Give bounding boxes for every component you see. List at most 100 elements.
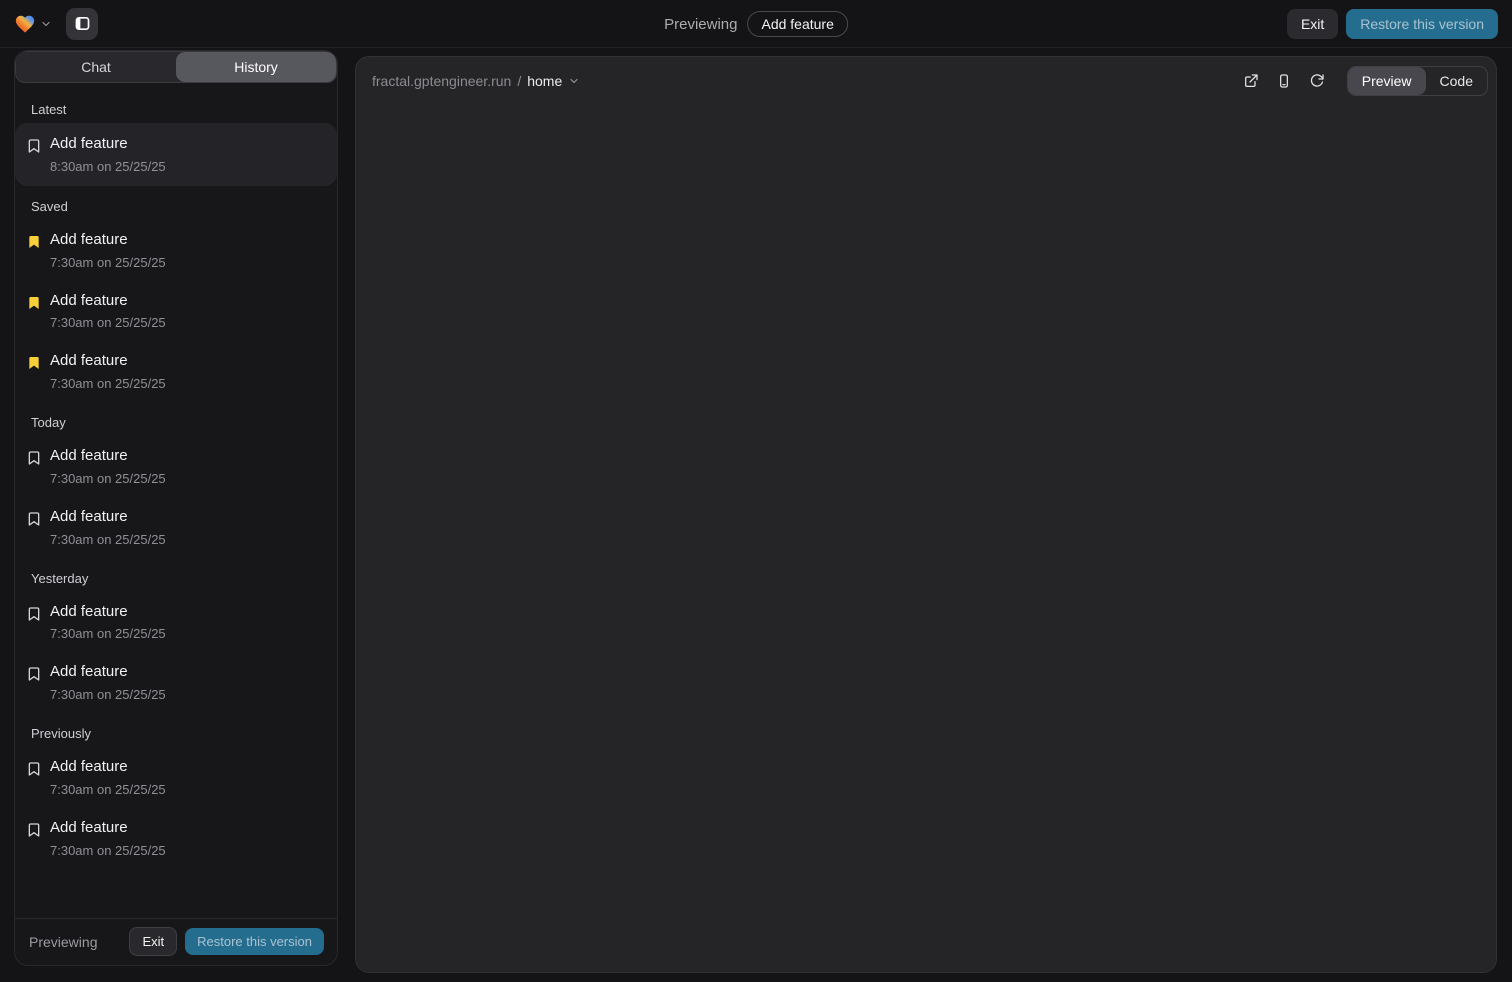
footer-restore-version-button[interactable]: Restore this version (185, 928, 324, 955)
history-item-text: Add feature 7:30am on 25/25/25 (50, 231, 166, 270)
history-item[interactable]: Add feature 7:30am on 25/25/25 (15, 341, 337, 402)
history-item-timestamp: 7:30am on 25/25/25 (50, 532, 166, 547)
bookmark-icon (26, 234, 42, 250)
breadcrumb-chevron-down-icon (568, 75, 580, 87)
history-item-timestamp: 7:30am on 25/25/25 (50, 315, 166, 330)
section-items: Add feature 7:30am on 25/25/25 Add featu… (15, 436, 337, 558)
history-item-text: Add feature 7:30am on 25/25/25 (50, 292, 166, 331)
restore-version-button[interactable]: Restore this version (1346, 9, 1498, 39)
view-mode-switcher: Preview Code (1347, 66, 1488, 96)
tab-chat[interactable]: Chat (16, 52, 176, 82)
bookmark-icon (26, 761, 42, 777)
section-items: Add feature 8:30am on 25/25/25 (15, 123, 337, 186)
topbar-status: Previewing Add feature (664, 0, 848, 48)
exit-button[interactable]: Exit (1287, 9, 1338, 39)
logo-chevron-down-icon (40, 18, 52, 30)
open-in-new-icon (1243, 73, 1259, 89)
history-item-text: Add feature 7:30am on 25/25/25 (50, 508, 166, 547)
breadcrumb-domain: fractal.gptengineer.run (372, 73, 511, 89)
footer-previewing-label: Previewing (29, 934, 97, 950)
history-item-text: Add feature 8:30am on 25/25/25 (50, 135, 166, 174)
bookmark-icon (26, 450, 42, 466)
history-item-title: Add feature (50, 292, 166, 311)
history-item[interactable]: Add feature 7:30am on 25/25/25 (15, 652, 337, 713)
preview-viewport[interactable] (356, 105, 1496, 972)
previewing-label: Previewing (664, 16, 737, 33)
lovable-heart-icon (14, 13, 36, 35)
preview-panel: fractal.gptengineer.run / home (355, 56, 1497, 973)
history-item[interactable]: Add feature 7:30am on 25/25/25 (15, 592, 337, 653)
topbar-left (14, 8, 98, 40)
history-item-title: Add feature (50, 508, 166, 527)
tab-preview[interactable]: Preview (1348, 67, 1426, 95)
history-section: Latest Add feature 8:30am on 25/25/25 (15, 89, 337, 186)
refresh-button[interactable] (1308, 72, 1326, 90)
section-title: Saved (15, 186, 337, 220)
content-area: Chat History Latest Add feature 8:30am o… (0, 48, 1512, 982)
history-sidebar: Chat History Latest Add feature 8:30am o… (14, 50, 338, 966)
history-item-title: Add feature (50, 663, 166, 682)
history-item[interactable]: Add feature 7:30am on 25/25/25 (15, 497, 337, 558)
bookmark-icon (26, 295, 42, 311)
breadcrumb[interactable]: fractal.gptengineer.run / home (372, 73, 580, 89)
bookmark-icon (26, 138, 42, 154)
history-item[interactable]: Add feature 8:30am on 25/25/25 (15, 123, 337, 186)
history-item-title: Add feature (50, 352, 166, 371)
history-item-timestamp: 7:30am on 25/25/25 (50, 471, 166, 486)
history-item-title: Add feature (50, 603, 166, 622)
history-item-timestamp: 7:30am on 25/25/25 (50, 687, 166, 702)
smartphone-icon (1276, 73, 1292, 89)
history-item-timestamp: 7:30am on 25/25/25 (50, 782, 166, 797)
history-item[interactable]: Add feature 7:30am on 25/25/25 (15, 436, 337, 497)
refresh-icon (1309, 73, 1325, 89)
history-item-text: Add feature 7:30am on 25/25/25 (50, 352, 166, 391)
history-item-text: Add feature 7:30am on 25/25/25 (50, 663, 166, 702)
topbar-actions: Exit Restore this version (1287, 9, 1498, 39)
version-name-badge: Add feature (747, 11, 847, 37)
history-item-timestamp: 7:30am on 25/25/25 (50, 376, 166, 391)
history-item-title: Add feature (50, 231, 166, 250)
history-item-timestamp: 8:30am on 25/25/25 (50, 159, 166, 174)
history-item-title: Add feature (50, 819, 166, 838)
history-item[interactable]: Add feature 7:30am on 25/25/25 (15, 220, 337, 281)
tab-history[interactable]: History (176, 52, 336, 82)
history-item-timestamp: 7:30am on 25/25/25 (50, 255, 166, 270)
sidebar-panel-icon (74, 15, 91, 32)
section-title: Today (15, 402, 337, 436)
bookmark-icon (26, 355, 42, 371)
section-title: Yesterday (15, 558, 337, 592)
history-item-title: Add feature (50, 758, 166, 777)
history-item[interactable]: Add feature 7:30am on 25/25/25 (15, 281, 337, 342)
bookmark-icon (26, 606, 42, 622)
section-title: Latest (15, 89, 337, 123)
history-list: Latest Add feature 8:30am on 25/25/25 Sa… (15, 83, 337, 918)
history-item[interactable]: Add feature 7:30am on 25/25/25 (15, 808, 337, 869)
history-section: Yesterday Add feature 7:30am on 25/25/25… (15, 558, 337, 714)
sidebar-toggle-button[interactable] (66, 8, 98, 40)
history-item-title: Add feature (50, 447, 166, 466)
footer-exit-button[interactable]: Exit (129, 927, 177, 956)
history-item-text: Add feature 7:30am on 25/25/25 (50, 819, 166, 858)
history-item-text: Add feature 7:30am on 25/25/25 (50, 603, 166, 642)
app-logo-menu-button[interactable] (14, 13, 52, 35)
history-item-title: Add feature (50, 135, 166, 154)
section-items: Add feature 7:30am on 25/25/25 Add featu… (15, 220, 337, 402)
section-title: Previously (15, 713, 337, 747)
bookmark-icon (26, 822, 42, 838)
tab-code[interactable]: Code (1426, 67, 1487, 95)
open-in-new-window-button[interactable] (1242, 72, 1260, 90)
breadcrumb-separator: / (517, 73, 521, 89)
sidebar-footer: Previewing Exit Restore this version (15, 918, 337, 965)
history-section: Saved Add feature 7:30am on 25/25/25 Add… (15, 186, 337, 402)
history-item-text: Add feature 7:30am on 25/25/25 (50, 758, 166, 797)
sidebar-tab-switcher: Chat History (15, 51, 337, 83)
history-item[interactable]: Add feature 7:30am on 25/25/25 (15, 747, 337, 808)
history-item-text: Add feature 7:30am on 25/25/25 (50, 447, 166, 486)
preview-header: fractal.gptengineer.run / home (356, 57, 1496, 105)
mobile-view-button[interactable] (1275, 72, 1293, 90)
topbar: Previewing Add feature Exit Restore this… (0, 0, 1512, 48)
history-item-timestamp: 7:30am on 25/25/25 (50, 626, 166, 641)
bookmark-icon (26, 511, 42, 527)
bookmark-icon (26, 666, 42, 682)
preview-toolbar: Preview Code (1242, 66, 1488, 96)
